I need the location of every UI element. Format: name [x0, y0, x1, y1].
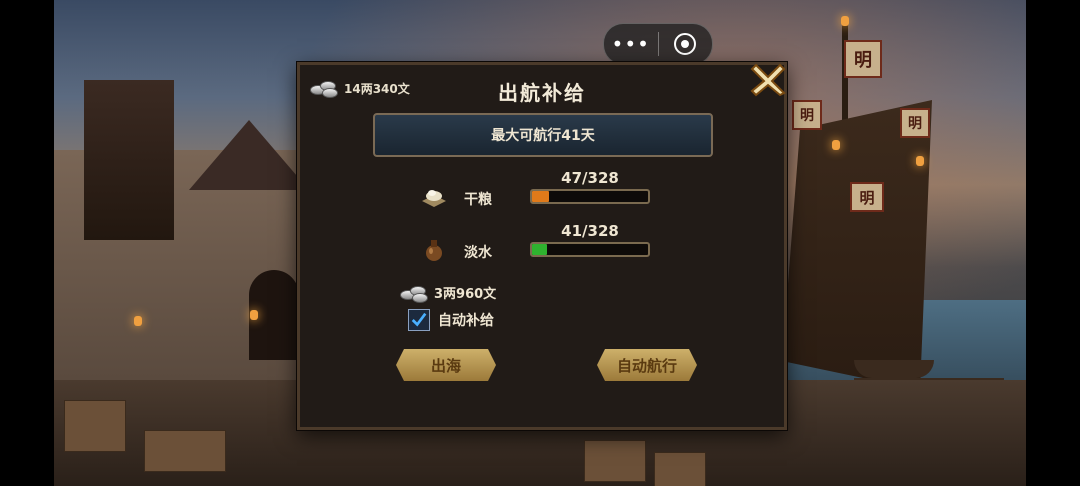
checkmark-icon [411, 312, 427, 327]
resource-label: 干粮 [464, 192, 492, 208]
checkbox[interactable] [408, 309, 430, 331]
close-x-icon [750, 63, 786, 97]
lantern [832, 140, 840, 150]
close-button[interactable] [748, 61, 788, 97]
sail-supply-dialog: 14两340文 出航补给 最大可航行41天 干粮 47/328 淡水 41/32… [297, 62, 787, 430]
more-dots-icon: ••• [611, 32, 650, 56]
resource-row-food: 干粮 47/328 [300, 169, 784, 215]
small-boat [854, 360, 934, 378]
exit-button[interactable] [659, 24, 713, 64]
dialog-title: 出航补给 [498, 81, 586, 105]
food-icon [422, 190, 446, 207]
lantern [250, 310, 258, 320]
more-button[interactable]: ••• [604, 24, 658, 64]
watch-tower [84, 80, 174, 240]
ship-hull [782, 100, 932, 390]
resource-count: 41/328 [561, 222, 619, 240]
auto-sail-button[interactable]: 自动航行 [597, 349, 697, 381]
resource-progress-fill [532, 191, 549, 202]
supply-cost: 3两960文 [400, 283, 497, 303]
auto-supply-label: 自动补给 [438, 313, 494, 329]
set-sail-button[interactable]: 出海 [396, 349, 496, 381]
resource-progress-bar [530, 189, 650, 204]
crate [144, 430, 226, 472]
ship-flag: 明 [850, 182, 884, 212]
max-voyage-days: 最大可航行41天 [373, 113, 713, 157]
crate [654, 452, 706, 486]
mini-program-capsule: ••• [603, 23, 713, 65]
target-close-icon [674, 33, 697, 55]
crate [584, 440, 646, 482]
ship-flag: 明 [900, 108, 930, 138]
supply-cost-value: 3两960文 [434, 287, 497, 302]
resource-progress-bar [530, 242, 650, 257]
resource-label: 淡水 [464, 245, 492, 261]
resource-row-water: 淡水 41/328 [300, 222, 784, 268]
lantern [841, 16, 849, 26]
lantern [134, 316, 142, 326]
water-gourd-icon [426, 240, 442, 261]
ship-flag: 明 [792, 100, 822, 130]
ship-flag: 明 [844, 40, 882, 78]
silver-ingot-icon [400, 284, 428, 303]
resource-progress-fill [532, 244, 547, 255]
lantern [916, 156, 924, 166]
auto-supply-toggle[interactable]: 自动补给 [408, 309, 494, 331]
crate [64, 400, 126, 452]
resource-count: 47/328 [561, 169, 619, 187]
